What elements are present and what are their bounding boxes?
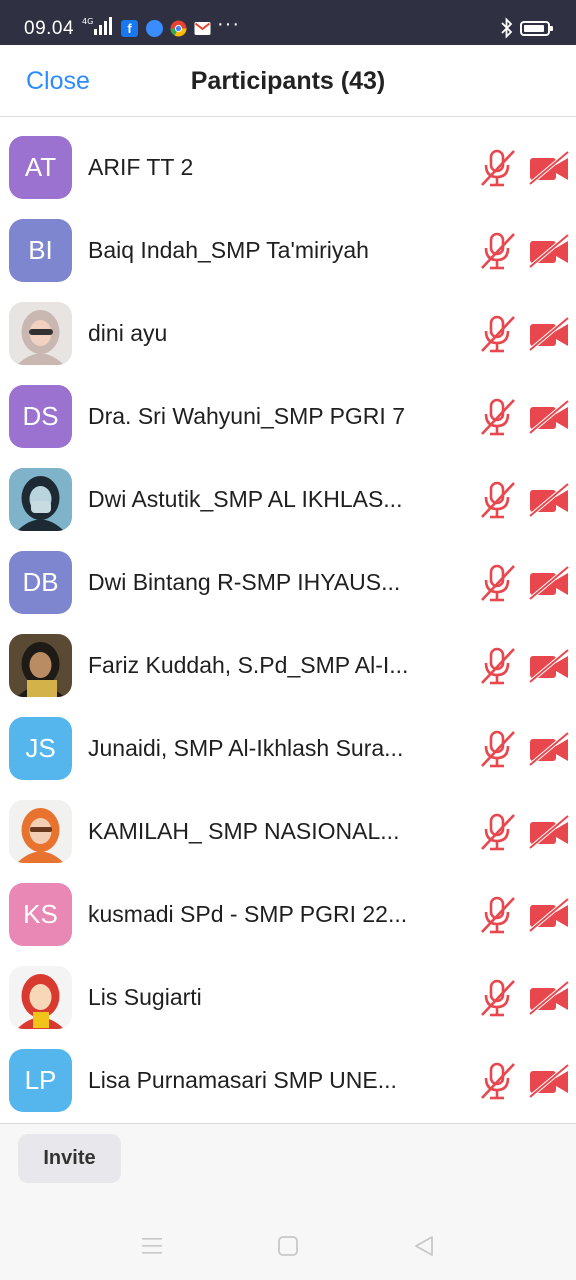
avatar-photo: [9, 634, 72, 697]
video-off-icon: [528, 565, 570, 601]
participant-name: Dwi Bintang R-SMP IHYAUS...: [88, 569, 401, 595]
participant-row[interactable]: AT ARIF TT 2: [0, 118, 576, 201]
avatar-initials: DB: [9, 551, 72, 614]
participant-name: Dwi Astutik_SMP AL IKHLAS...: [88, 486, 403, 512]
participant-row[interactable]: KS kusmadi SPd - SMP PGRI 22...: [0, 865, 576, 948]
participant-row[interactable]: Lis Sugiarti: [0, 948, 576, 1031]
participant-name: Lisa Purnamasari SMP UNE...: [88, 1067, 397, 1093]
avatar-photo: [9, 966, 72, 1029]
video-off-icon: [528, 731, 570, 767]
video-off-icon: [528, 814, 570, 850]
more-notifications: ···: [217, 13, 240, 35]
video-off-icon: [528, 399, 570, 435]
participant-name: Lis Sugiarti: [88, 984, 202, 1010]
mic-muted-icon: [478, 646, 516, 686]
avatar-initials: JS: [9, 717, 72, 780]
participant-name: Fariz Kuddah, S.Pd_SMP Al-I...: [88, 652, 409, 678]
mic-muted-icon: [478, 314, 516, 354]
home-icon[interactable]: [276, 1234, 300, 1258]
mic-muted-icon: [478, 231, 516, 271]
status-bar: 09.04 4G f ···: [0, 0, 576, 45]
status-time: 09.04: [24, 18, 75, 39]
participant-name: ARIF TT 2: [88, 154, 194, 180]
footer: Invite: [0, 1123, 576, 1220]
participant-name: Dra. Sri Wahyuni_SMP PGRI 7: [88, 403, 405, 429]
mic-muted-icon: [478, 480, 516, 520]
video-off-icon: [528, 316, 570, 352]
avatar-initials: AT: [9, 136, 72, 199]
participant-row[interactable]: JS Junaidi, SMP Al-Ikhlash Sura...: [0, 699, 576, 782]
mic-muted-icon: [478, 148, 516, 188]
video-off-icon: [528, 648, 570, 684]
participant-name: Junaidi, SMP Al-Ikhlash Sura...: [88, 735, 404, 761]
participant-name: dini ayu: [88, 320, 168, 346]
participant-row[interactable]: DB Dwi Bintang R-SMP IHYAUS...: [0, 533, 576, 616]
participant-row[interactable]: dini ayu: [0, 284, 576, 367]
gmail-icon: [194, 22, 211, 35]
participant-row[interactable]: DS Dra. Sri Wahyuni_SMP PGRI 7: [0, 367, 576, 450]
video-off-icon: [528, 897, 570, 933]
bluetooth-icon: [501, 17, 513, 39]
video-off-icon: [528, 233, 570, 269]
navigation-bar: [0, 1220, 576, 1280]
video-off-icon: [528, 1063, 570, 1099]
participant-row[interactable]: Dwi Astutik_SMP AL IKHLAS...: [0, 450, 576, 533]
mic-muted-icon: [478, 397, 516, 437]
avatar-initials: LP: [9, 1049, 72, 1112]
chrome-icon: [170, 20, 187, 37]
signal-icon: 4G: [82, 17, 112, 35]
participant-name: kusmadi SPd - SMP PGRI 22...: [88, 901, 408, 927]
messenger-icon: [146, 20, 163, 37]
facebook-icon: f: [121, 20, 138, 37]
video-off-icon: [528, 482, 570, 518]
header: Close Participants (43): [0, 45, 576, 117]
participant-name: KAMILAH_ SMP NASIONAL...: [88, 818, 400, 844]
participant-row[interactable]: LP Lisa Purnamasari SMP UNE...: [0, 1031, 576, 1114]
mic-muted-icon: [478, 978, 516, 1018]
avatar-photo: [9, 468, 72, 531]
menu-icon[interactable]: [140, 1234, 164, 1258]
avatar-initials: KS: [9, 883, 72, 946]
avatar-photo: [9, 302, 72, 365]
battery-icon: [520, 21, 553, 36]
participant-row[interactable]: BI Baiq Indah_SMP Ta'miriyah: [0, 201, 576, 284]
participant-row[interactable]: Fariz Kuddah, S.Pd_SMP Al-I...: [0, 616, 576, 699]
back-icon[interactable]: [412, 1234, 436, 1258]
avatar-initials: BI: [9, 219, 72, 282]
avatar-initials: DS: [9, 385, 72, 448]
page-title: Participants (43): [190, 67, 386, 95]
mic-muted-icon: [478, 729, 516, 769]
mic-muted-icon: [478, 812, 516, 852]
participant-list[interactable]: AT ARIF TT 2 BI Baiq Indah_SMP Ta'miriyah di…: [0, 118, 576, 1123]
participant-name: Baiq Indah_SMP Ta'miriyah: [88, 237, 369, 263]
video-off-icon: [528, 980, 570, 1016]
mic-muted-icon: [478, 563, 516, 603]
mic-muted-icon: [478, 1061, 516, 1101]
mic-muted-icon: [478, 895, 516, 935]
network-type: 4G: [82, 17, 93, 26]
invite-button[interactable]: Invite: [18, 1134, 121, 1183]
participant-row[interactable]: KAMILAH_ SMP NASIONAL...: [0, 782, 576, 865]
video-off-icon: [528, 150, 570, 186]
avatar-photo: [9, 800, 72, 863]
